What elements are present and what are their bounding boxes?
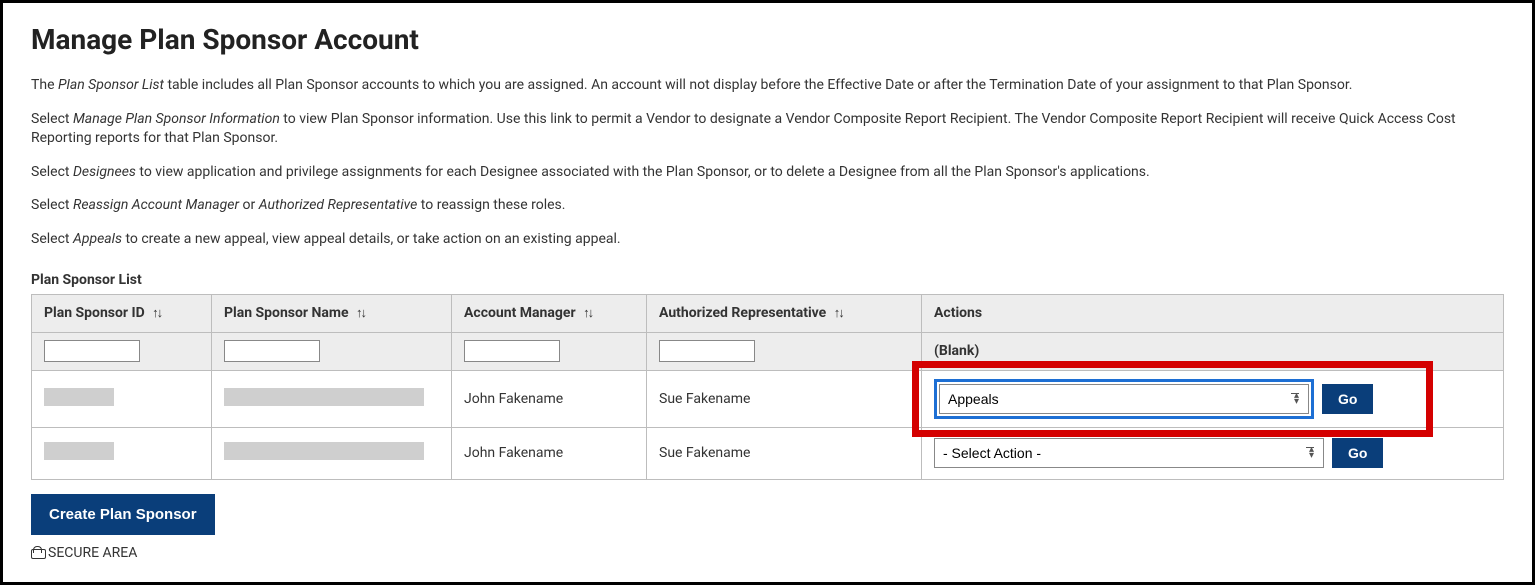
- cell-actions: Appeals ▴▾ Go: [922, 370, 1504, 427]
- table-row: John Fakename Sue Fakename Appeals ▴▾: [32, 370, 1504, 427]
- sort-icon: ↑↓: [152, 305, 161, 321]
- col-header-name[interactable]: Plan Sponsor Name ↑↓: [212, 294, 452, 332]
- filter-input-id[interactable]: [44, 340, 140, 362]
- text-emphasis: Plan Sponsor List: [58, 77, 164, 93]
- intro-paragraph-3: Select Designees to view application and…: [31, 163, 1504, 183]
- intro-paragraph-5: Select Appeals to create a new appeal, v…: [31, 230, 1504, 250]
- page-title: Manage Plan Sponsor Account: [31, 23, 1504, 56]
- sort-icon: ↑↓: [356, 305, 365, 321]
- page-frame: Manage Plan Sponsor Account The Plan Spo…: [0, 0, 1535, 585]
- text: Select: [31, 111, 73, 127]
- secure-text: SECURE AREA: [48, 545, 137, 561]
- text: to create a new appeal, view appeal deta…: [122, 231, 621, 247]
- intro-paragraph-4: Select Reassign Account Manager or Autho…: [31, 196, 1504, 216]
- text: Select: [31, 164, 73, 180]
- col-header-actions: Actions: [922, 294, 1504, 332]
- table-row: John Fakename Sue Fakename - Select Acti…: [32, 427, 1504, 479]
- intro-paragraph-1: The Plan Sponsor List table includes all…: [31, 76, 1504, 96]
- redacted-name: [224, 388, 424, 406]
- table-title: Plan Sponsor List: [31, 272, 1504, 288]
- text-emphasis: Manage Plan Sponsor Information: [73, 111, 280, 127]
- filter-input-manager[interactable]: [464, 340, 560, 362]
- text-emphasis: Designees: [73, 164, 136, 180]
- text: Select: [31, 231, 73, 247]
- filter-input-rep[interactable]: [659, 340, 755, 362]
- sort-icon: ↑↓: [834, 305, 843, 321]
- col-header-manager[interactable]: Account Manager ↑↓: [452, 294, 647, 332]
- intro-paragraph-2: Select Manage Plan Sponsor Information t…: [31, 110, 1504, 149]
- cell-manager: John Fakename: [452, 370, 647, 427]
- go-button[interactable]: Go: [1332, 438, 1383, 468]
- text-emphasis: Appeals: [73, 231, 122, 247]
- focus-ring: Appeals ▴▾: [934, 379, 1314, 419]
- text: table includes all Plan Sponsor accounts…: [164, 77, 1352, 93]
- col-header-id[interactable]: Plan Sponsor ID ↑↓: [32, 294, 212, 332]
- text: The: [31, 77, 58, 93]
- table-header-row: Plan Sponsor ID ↑↓ Plan Sponsor Name ↑↓ …: [32, 294, 1504, 332]
- sort-icon: ↑↓: [583, 305, 592, 321]
- text-emphasis: Reassign Account Manager: [73, 197, 239, 213]
- cell-manager: John Fakename: [452, 427, 647, 479]
- filter-input-name[interactable]: [224, 340, 320, 362]
- header-label: Plan Sponsor Name: [224, 305, 349, 321]
- filter-actions-blank: (Blank): [922, 332, 1504, 370]
- action-select[interactable]: Appeals: [939, 384, 1309, 414]
- header-label: Account Manager: [464, 305, 576, 321]
- lock-icon: [31, 546, 44, 559]
- text: or: [239, 197, 259, 213]
- header-label: Authorized Representative: [659, 305, 826, 321]
- action-select[interactable]: - Select Action -: [934, 438, 1324, 468]
- redacted-name: [224, 442, 424, 460]
- table-filter-row: (Blank): [32, 332, 1504, 370]
- cell-actions: - Select Action - ▴▾ Go: [922, 427, 1504, 479]
- secure-area-label: SECURE AREA: [31, 545, 1504, 561]
- cell-rep: Sue Fakename: [647, 370, 922, 427]
- header-label: Actions: [934, 305, 982, 321]
- text-emphasis: Authorized Representative: [259, 197, 418, 213]
- create-plan-sponsor-button[interactable]: Create Plan Sponsor: [31, 494, 215, 535]
- col-header-rep[interactable]: Authorized Representative ↑↓: [647, 294, 922, 332]
- text: to view application and privilege assign…: [136, 164, 1150, 180]
- redacted-id: [44, 388, 114, 406]
- text: Select: [31, 197, 73, 213]
- go-button[interactable]: Go: [1322, 384, 1373, 414]
- cell-rep: Sue Fakename: [647, 427, 922, 479]
- redacted-id: [44, 442, 114, 460]
- plan-sponsor-table: Plan Sponsor ID ↑↓ Plan Sponsor Name ↑↓ …: [31, 294, 1504, 480]
- header-label: Plan Sponsor ID: [44, 305, 145, 321]
- text: to reassign these roles.: [417, 197, 565, 213]
